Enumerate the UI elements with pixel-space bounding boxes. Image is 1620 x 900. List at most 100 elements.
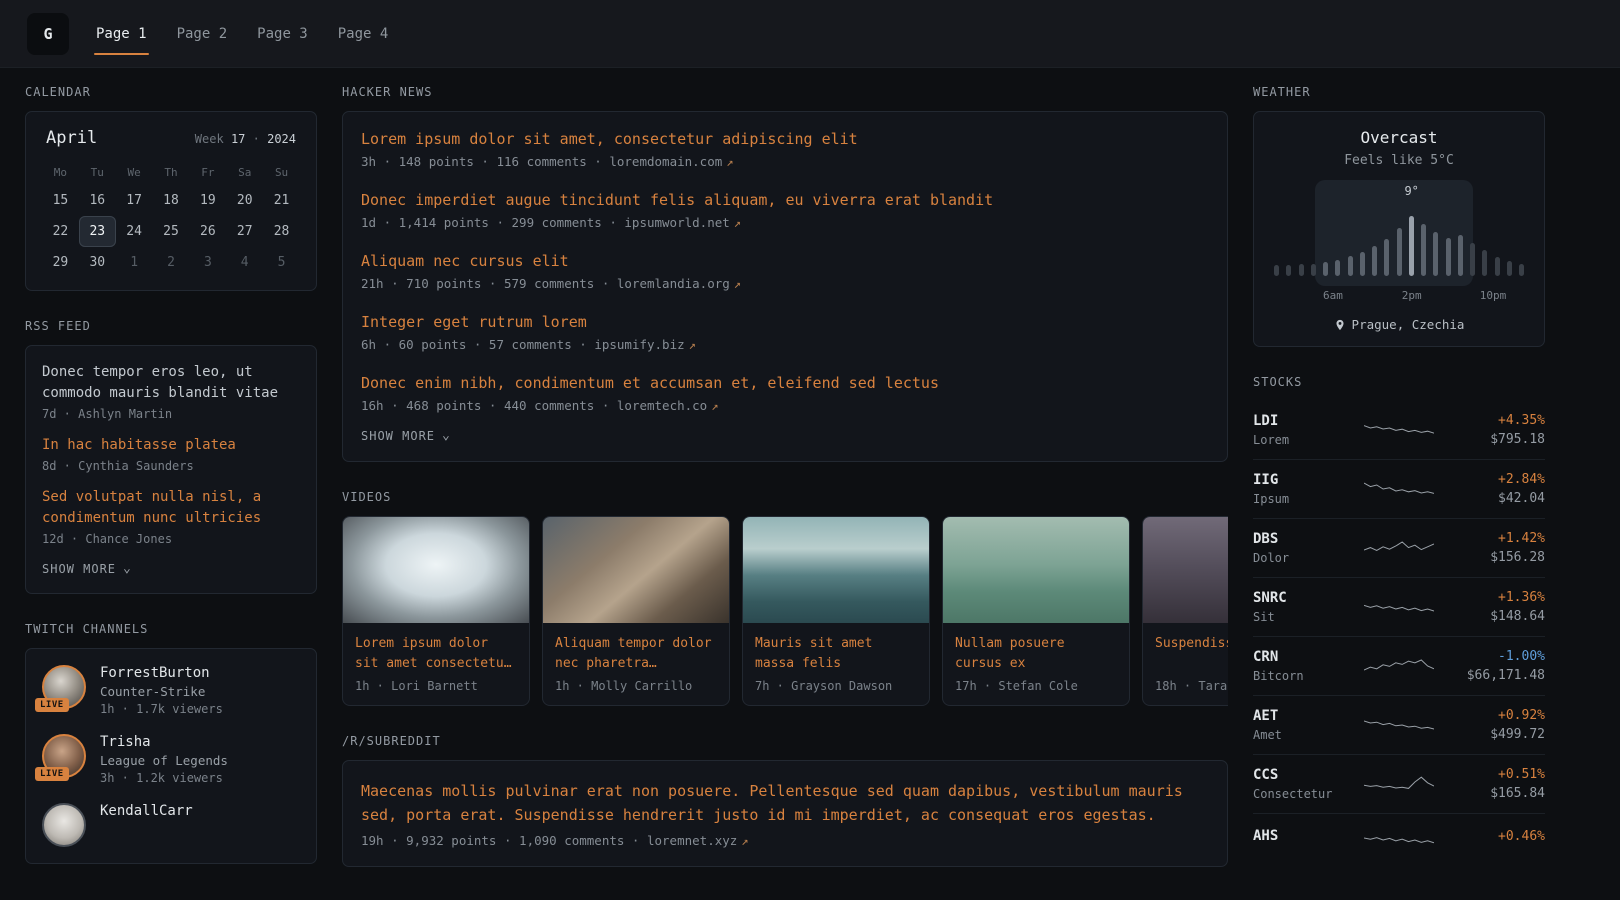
- video-card[interactable]: Nullam posuere cursus ex 17h · Stefan Co…: [942, 516, 1130, 706]
- video-thumbnail: [1143, 517, 1228, 623]
- stock-price: $499.72: [1434, 727, 1545, 742]
- channel-game: Counter-Strike: [100, 684, 223, 699]
- page-tab[interactable]: Page 4: [336, 0, 391, 67]
- time-tick: 10pm: [1480, 289, 1507, 302]
- subreddit-card: Maecenas mollis pulvinar erat non posuer…: [342, 760, 1228, 867]
- stock-row[interactable]: DBS Dolor +1.42% $156.28: [1253, 518, 1545, 577]
- hackernews-item: Donec imperdiet augue tincidunt felis al…: [361, 190, 1209, 230]
- stock-sparkline: [1364, 418, 1434, 442]
- rss-section-title: RSS FEED: [25, 319, 317, 333]
- twitch-channel[interactable]: LIVE Trisha League of Legends 3h · 1.2k …: [42, 734, 300, 785]
- stocks-widget: STOCKS LDI Lorem +4.35% $795.18: [1253, 375, 1545, 862]
- calendar-weekday: We: [116, 160, 153, 185]
- stock-name: Amet: [1253, 728, 1364, 742]
- stock-row[interactable]: AET Amet +0.92% $499.72: [1253, 695, 1545, 754]
- subreddit-post: Maecenas mollis pulvinar erat non posuer…: [361, 779, 1209, 848]
- hackernews-story-link[interactable]: Aliquam nec cursus elit: [361, 251, 569, 272]
- video-thumbnail: [543, 517, 729, 623]
- live-badge: LIVE: [35, 698, 69, 712]
- page-tab[interactable]: Page 2: [175, 0, 230, 67]
- weather-bar: [1323, 262, 1328, 276]
- weather-feels-like: Feels like 5°C: [1272, 153, 1526, 168]
- hackernews-domain-link[interactable]: loremlandia.org↗: [617, 276, 741, 291]
- subreddit-post-link[interactable]: Maecenas mollis pulvinar erat non posuer…: [361, 779, 1209, 827]
- weather-bar: [1421, 224, 1426, 276]
- calendar-day: 1: [116, 247, 153, 278]
- video-card[interactable]: Aliquam tempor dolor nec pharetra… 1h · …: [542, 516, 730, 706]
- weather-bar: [1507, 261, 1512, 276]
- hackernews-story-link[interactable]: Donec enim nibh, condimentum et accumsan…: [361, 373, 939, 394]
- video-meta: 7h · Grayson Dawson: [755, 679, 917, 693]
- stock-price: $165.84: [1434, 786, 1545, 801]
- stock-change: +1.42%: [1434, 531, 1545, 546]
- channel-name: Trisha: [100, 734, 228, 750]
- twitch-channel[interactable]: LIVE ForrestBurton Counter-Strike 1h · 1…: [42, 665, 300, 716]
- page-tab[interactable]: Page 3: [255, 0, 310, 67]
- calendar-day: 18: [153, 185, 190, 216]
- stock-name: Ipsum: [1253, 492, 1364, 506]
- stock-symbol: DBS: [1253, 531, 1364, 547]
- stock-price: $795.18: [1434, 432, 1545, 447]
- hackernews-story-link[interactable]: Donec imperdiet augue tincidunt felis al…: [361, 190, 993, 211]
- calendar-weekday: Mo: [42, 160, 79, 185]
- stock-row[interactable]: CCS Consectetur +0.51% $165.84: [1253, 754, 1545, 813]
- hackernews-show-more-button[interactable]: SHOW MORE ⌄: [361, 429, 451, 443]
- calendar-day: 4: [226, 247, 263, 278]
- weather-bar: [1286, 265, 1291, 276]
- video-card[interactable]: Mauris sit amet massa felis 7h · Grayson…: [742, 516, 930, 706]
- calendar-weekday-row: MoTuWeThFrSaSu: [42, 160, 300, 185]
- stock-symbol: LDI: [1253, 413, 1364, 429]
- hackernews-card: Lorem ipsum dolor sit amet, consectetur …: [342, 111, 1228, 462]
- video-card[interactable]: Suspendisse diam 18h · Tara: [1142, 516, 1228, 706]
- twitch-channel[interactable]: LIVE KendallCarr: [42, 803, 300, 847]
- hackernews-domain-link[interactable]: ipsumify.biz↗: [594, 337, 696, 352]
- hackernews-item: Lorem ipsum dolor sit amet, consectetur …: [361, 129, 1209, 169]
- calendar-card: April Week 17 · 2024 MoTuWeThFrSaSu 1516…: [25, 111, 317, 291]
- page-tab[interactable]: Page 1: [94, 0, 149, 67]
- calendar-day: 26: [189, 216, 226, 247]
- rss-show-more-button[interactable]: SHOW MORE ⌄: [42, 562, 132, 576]
- rss-item-meta: 7d · Ashlyn Martin: [42, 407, 300, 421]
- hackernews-domain-link[interactable]: loremtech.co↗: [617, 398, 719, 413]
- stock-sparkline: [1364, 536, 1434, 560]
- channel-avatar: LIVE: [42, 734, 86, 778]
- external-link-icon: ↗: [726, 155, 733, 169]
- calendar-header: April Week 17 · 2024: [42, 126, 300, 160]
- stocks-list: LDI Lorem +4.35% $795.18 IIG Ipsum: [1253, 401, 1545, 862]
- calendar-day: 21: [263, 185, 300, 216]
- hackernews-domain-link[interactable]: ipsumworld.net↗: [624, 215, 741, 230]
- stock-symbol: SNRC: [1253, 590, 1364, 606]
- calendar-day: 23: [79, 216, 116, 247]
- hackernews-story-link[interactable]: Integer eget rutrum lorem: [361, 312, 587, 333]
- calendar-day: 20: [226, 185, 263, 216]
- hackernews-story-meta: 3h · 148 points · 116 comments · loremdo…: [361, 154, 1209, 169]
- stock-change: +0.46%: [1434, 829, 1545, 844]
- hackernews-story-link[interactable]: Lorem ipsum dolor sit amet, consectetur …: [361, 129, 858, 150]
- rss-item-link[interactable]: Donec tempor eros leo, ut commodo mauris…: [42, 362, 300, 404]
- calendar-day: 15: [42, 185, 79, 216]
- stock-row[interactable]: SNRC Sit +1.36% $148.64: [1253, 577, 1545, 636]
- channel-name: ForrestBurton: [100, 665, 223, 681]
- stock-row[interactable]: IIG Ipsum +2.84% $42.04: [1253, 459, 1545, 518]
- avatar: [42, 803, 86, 847]
- video-thumbnail: [343, 517, 529, 623]
- subreddit-domain-link[interactable]: loremnet.xyz↗: [647, 833, 749, 848]
- rss-item-link[interactable]: In hac habitasse platea: [42, 435, 300, 456]
- stock-row[interactable]: CRN Bitcorn -1.00% $66,171.48: [1253, 636, 1545, 695]
- top-bar: G Page 1 Page 2 Page 3 Page 4: [0, 0, 1620, 68]
- calendar-day: 29: [42, 247, 79, 278]
- external-link-icon: ↗: [711, 399, 718, 413]
- video-card[interactable]: Lorem ipsum dolor sit amet consectetu… 1…: [342, 516, 530, 706]
- stock-name: Consectetur: [1253, 787, 1364, 801]
- stock-change: +2.84%: [1434, 472, 1545, 487]
- external-link-icon: ↗: [689, 338, 696, 352]
- weather-bar: [1397, 228, 1402, 276]
- weather-bar: [1335, 260, 1340, 276]
- hackernews-domain-link[interactable]: loremdomain.com↗: [609, 154, 733, 169]
- app-logo[interactable]: G: [27, 13, 69, 55]
- stock-row[interactable]: LDI Lorem +4.35% $795.18: [1253, 401, 1545, 459]
- center-column: HACKER NEWS Lorem ipsum dolor sit amet, …: [342, 85, 1228, 895]
- stock-row[interactable]: AHS +0.46%: [1253, 813, 1545, 862]
- weather-hourly-bars: [1274, 208, 1524, 276]
- rss-item-link[interactable]: Sed volutpat nulla nisl, a condimentum n…: [42, 487, 300, 529]
